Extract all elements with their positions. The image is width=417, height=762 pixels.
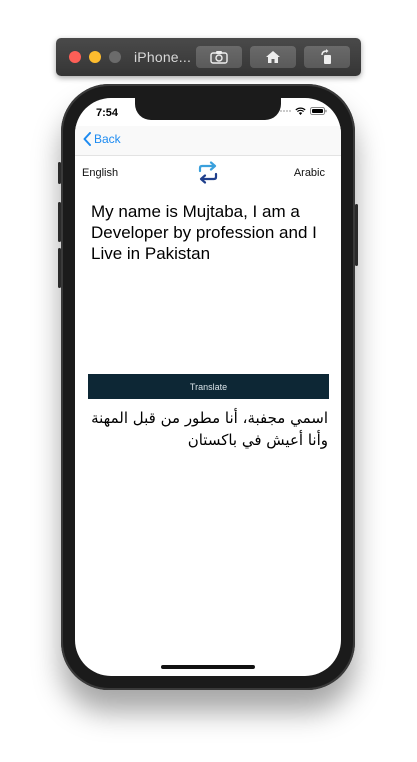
chevron-left-icon [83, 132, 91, 146]
device-screen: 7:54 Back English Arabic My name is Mujt… [75, 98, 341, 676]
battery-icon [310, 107, 327, 115]
source-language-label[interactable]: English [82, 167, 118, 179]
minimize-window-button[interactable] [89, 51, 101, 63]
zoom-window-button[interactable] [109, 51, 121, 63]
mute-switch [58, 162, 61, 184]
simulator-title: iPhone... [134, 49, 192, 65]
home-indicator[interactable] [161, 665, 255, 669]
back-label: Back [94, 132, 121, 146]
rotate-button[interactable] [304, 46, 350, 68]
status-icons [280, 107, 327, 115]
translate-button-label: Translate [189, 381, 228, 392]
language-selector-row: English Arabic [75, 156, 341, 192]
translated-text-output: اسمي مجفبة، أنا مطور من قبل المهنة وأنا … [91, 409, 328, 449]
notch [135, 98, 281, 120]
swap-arrows-icon [198, 161, 218, 184]
simulator-toolbar: iPhone... [56, 38, 361, 76]
volume-down-button [58, 248, 61, 288]
back-button[interactable]: Back [83, 132, 121, 146]
translate-button[interactable]: Translate [88, 374, 329, 399]
home-button[interactable] [250, 46, 296, 68]
iphone-device: 7:54 Back English Arabic My name is Mujt… [58, 84, 358, 690]
volume-up-button [58, 202, 61, 242]
rotate-icon [321, 49, 331, 64]
signal-dots [280, 110, 291, 112]
navigation-bar: Back [75, 126, 341, 156]
home-icon [266, 51, 280, 63]
source-text-input[interactable]: My name is Mujtaba, I am a Developer by … [91, 201, 331, 264]
status-time: 7:54 [96, 107, 119, 119]
swap-languages-button[interactable] [197, 161, 219, 185]
screenshot-button[interactable] [196, 46, 242, 68]
target-language-label[interactable]: Arabic [294, 167, 325, 179]
camera-icon [210, 51, 228, 64]
wifi-icon [295, 107, 306, 115]
close-window-button[interactable] [69, 51, 81, 63]
power-button [355, 204, 358, 266]
